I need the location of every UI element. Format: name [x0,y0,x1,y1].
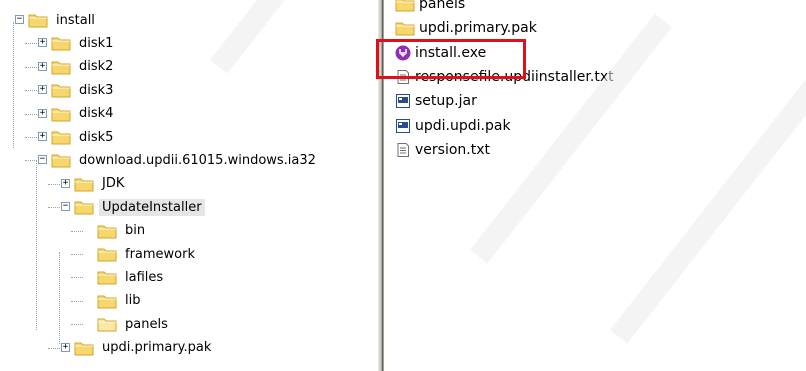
file-item-label: updi.primary.pak [419,20,537,37]
expand-icon[interactable]: + [38,132,47,141]
file-item-version-txt[interactable]: version.txt [395,139,490,161]
tree-item-disk4[interactable]: + disk4 [38,103,116,125]
tree-item-label: lafiles [125,269,164,285]
tree-item-label: bin [125,223,146,239]
tree-item-updi-primary-pak[interactable]: + updi.primary.pak [61,337,214,359]
collapse-icon[interactable]: − [38,155,47,165]
folder-icon [51,152,71,168]
tree-item-panels[interactable]: panels [97,313,171,335]
tree-connector [59,252,60,344]
folder-icon [51,129,71,145]
file-item-setup-jar[interactable]: setup.jar [395,90,477,112]
tree-item-download[interactable]: − download.updii.61015.windows.ia32 [38,149,319,171]
tree-connector [48,347,60,349]
tree-item-label: disk4 [79,106,114,122]
file-item-label: version.txt [415,141,490,158]
tree-connector [71,230,83,232]
folder-icon [97,293,117,309]
file-item-updi-updi-pak[interactable]: updi.updi.pak [395,115,511,137]
tree-item-label: UpdateInstaller [99,198,205,216]
tree-item-label: download.updii.61015.windows.ia32 [79,152,316,168]
tree-item-disk2[interactable]: + disk2 [38,56,116,78]
text-file-icon [395,142,411,158]
tree-connector [48,183,60,185]
tree-item-updateinstaller[interactable]: − UpdateInstaller [61,196,205,218]
tree-connector [36,160,37,330]
tree-item-label: disk5 [79,129,114,145]
tree-item-lafiles[interactable]: lafiles [97,266,166,288]
file-item-label: updi.updi.pak [415,117,511,134]
folder-tree-pane[interactable]: − install + disk1 + disk2 + disk3 + disk4 + disk5 − d… [0,0,378,371]
file-item-updi-primary-pak[interactable]: updi.primary.pak [395,17,537,39]
expand-icon[interactable]: + [38,38,47,48]
tree-item-disk1[interactable]: + disk1 [38,32,116,54]
expand-icon[interactable]: + [38,108,47,118]
tree-connector [48,207,60,209]
tree-item-label: JDK [102,176,125,192]
tree-item-jdk[interactable]: + JDK [61,173,127,195]
tree-connector [25,90,37,92]
tree-item-disk5[interactable]: + disk5 [38,126,116,148]
tree-item-label: lib [125,293,141,309]
file-item-label: panels [419,0,466,12]
install-exe-highlight-box [376,39,526,79]
tree-connector [13,22,14,148]
tree-item-label: disk1 [79,35,114,51]
folder-icon [97,316,117,332]
tree-connector [71,324,83,326]
file-item-panels[interactable]: panels [395,0,465,15]
collapse-icon[interactable]: − [15,15,24,24]
folder-icon [74,176,94,192]
folder-icon [51,82,71,98]
tree-item-framework[interactable]: framework [97,243,198,265]
expand-icon[interactable]: + [61,178,70,188]
tree-item-label: install [56,12,95,28]
tree-item-bin[interactable]: bin [97,220,148,242]
tree-connector [71,300,83,302]
tree-item-install[interactable]: − install [15,9,98,31]
tree-item-label: disk3 [79,82,114,98]
folder-icon [395,20,415,36]
tree-connector [71,277,83,279]
folder-icon [74,199,94,215]
jar-file-icon [395,118,411,134]
tree-connector [25,137,37,138]
folder-icon [51,35,71,51]
jar-file-icon [395,93,411,109]
folder-icon [97,223,117,239]
tree-item-disk3[interactable]: + disk3 [38,79,116,101]
file-item-label: setup.jar [415,93,477,110]
folder-icon [74,340,94,356]
folder-icon [395,0,415,12]
tree-item-label: updi.primary.pak [102,340,212,356]
folder-icon [97,269,117,285]
tree-item-label: disk2 [79,59,114,75]
tree-connector [71,254,83,255]
tree-connector [25,113,37,115]
tree-connector [25,66,37,68]
expand-icon[interactable]: + [38,61,47,71]
collapse-icon[interactable]: − [61,202,70,212]
folder-icon [97,246,117,262]
folder-icon [51,106,71,122]
tree-connector [25,43,37,45]
tree-item-lib[interactable]: lib [97,290,143,312]
tree-item-label: panels [125,316,168,332]
tree-item-label: framework [125,246,196,262]
expand-icon[interactable]: + [38,85,47,95]
folder-icon [28,12,48,28]
expand-icon[interactable]: + [61,342,70,352]
folder-icon [51,59,71,75]
